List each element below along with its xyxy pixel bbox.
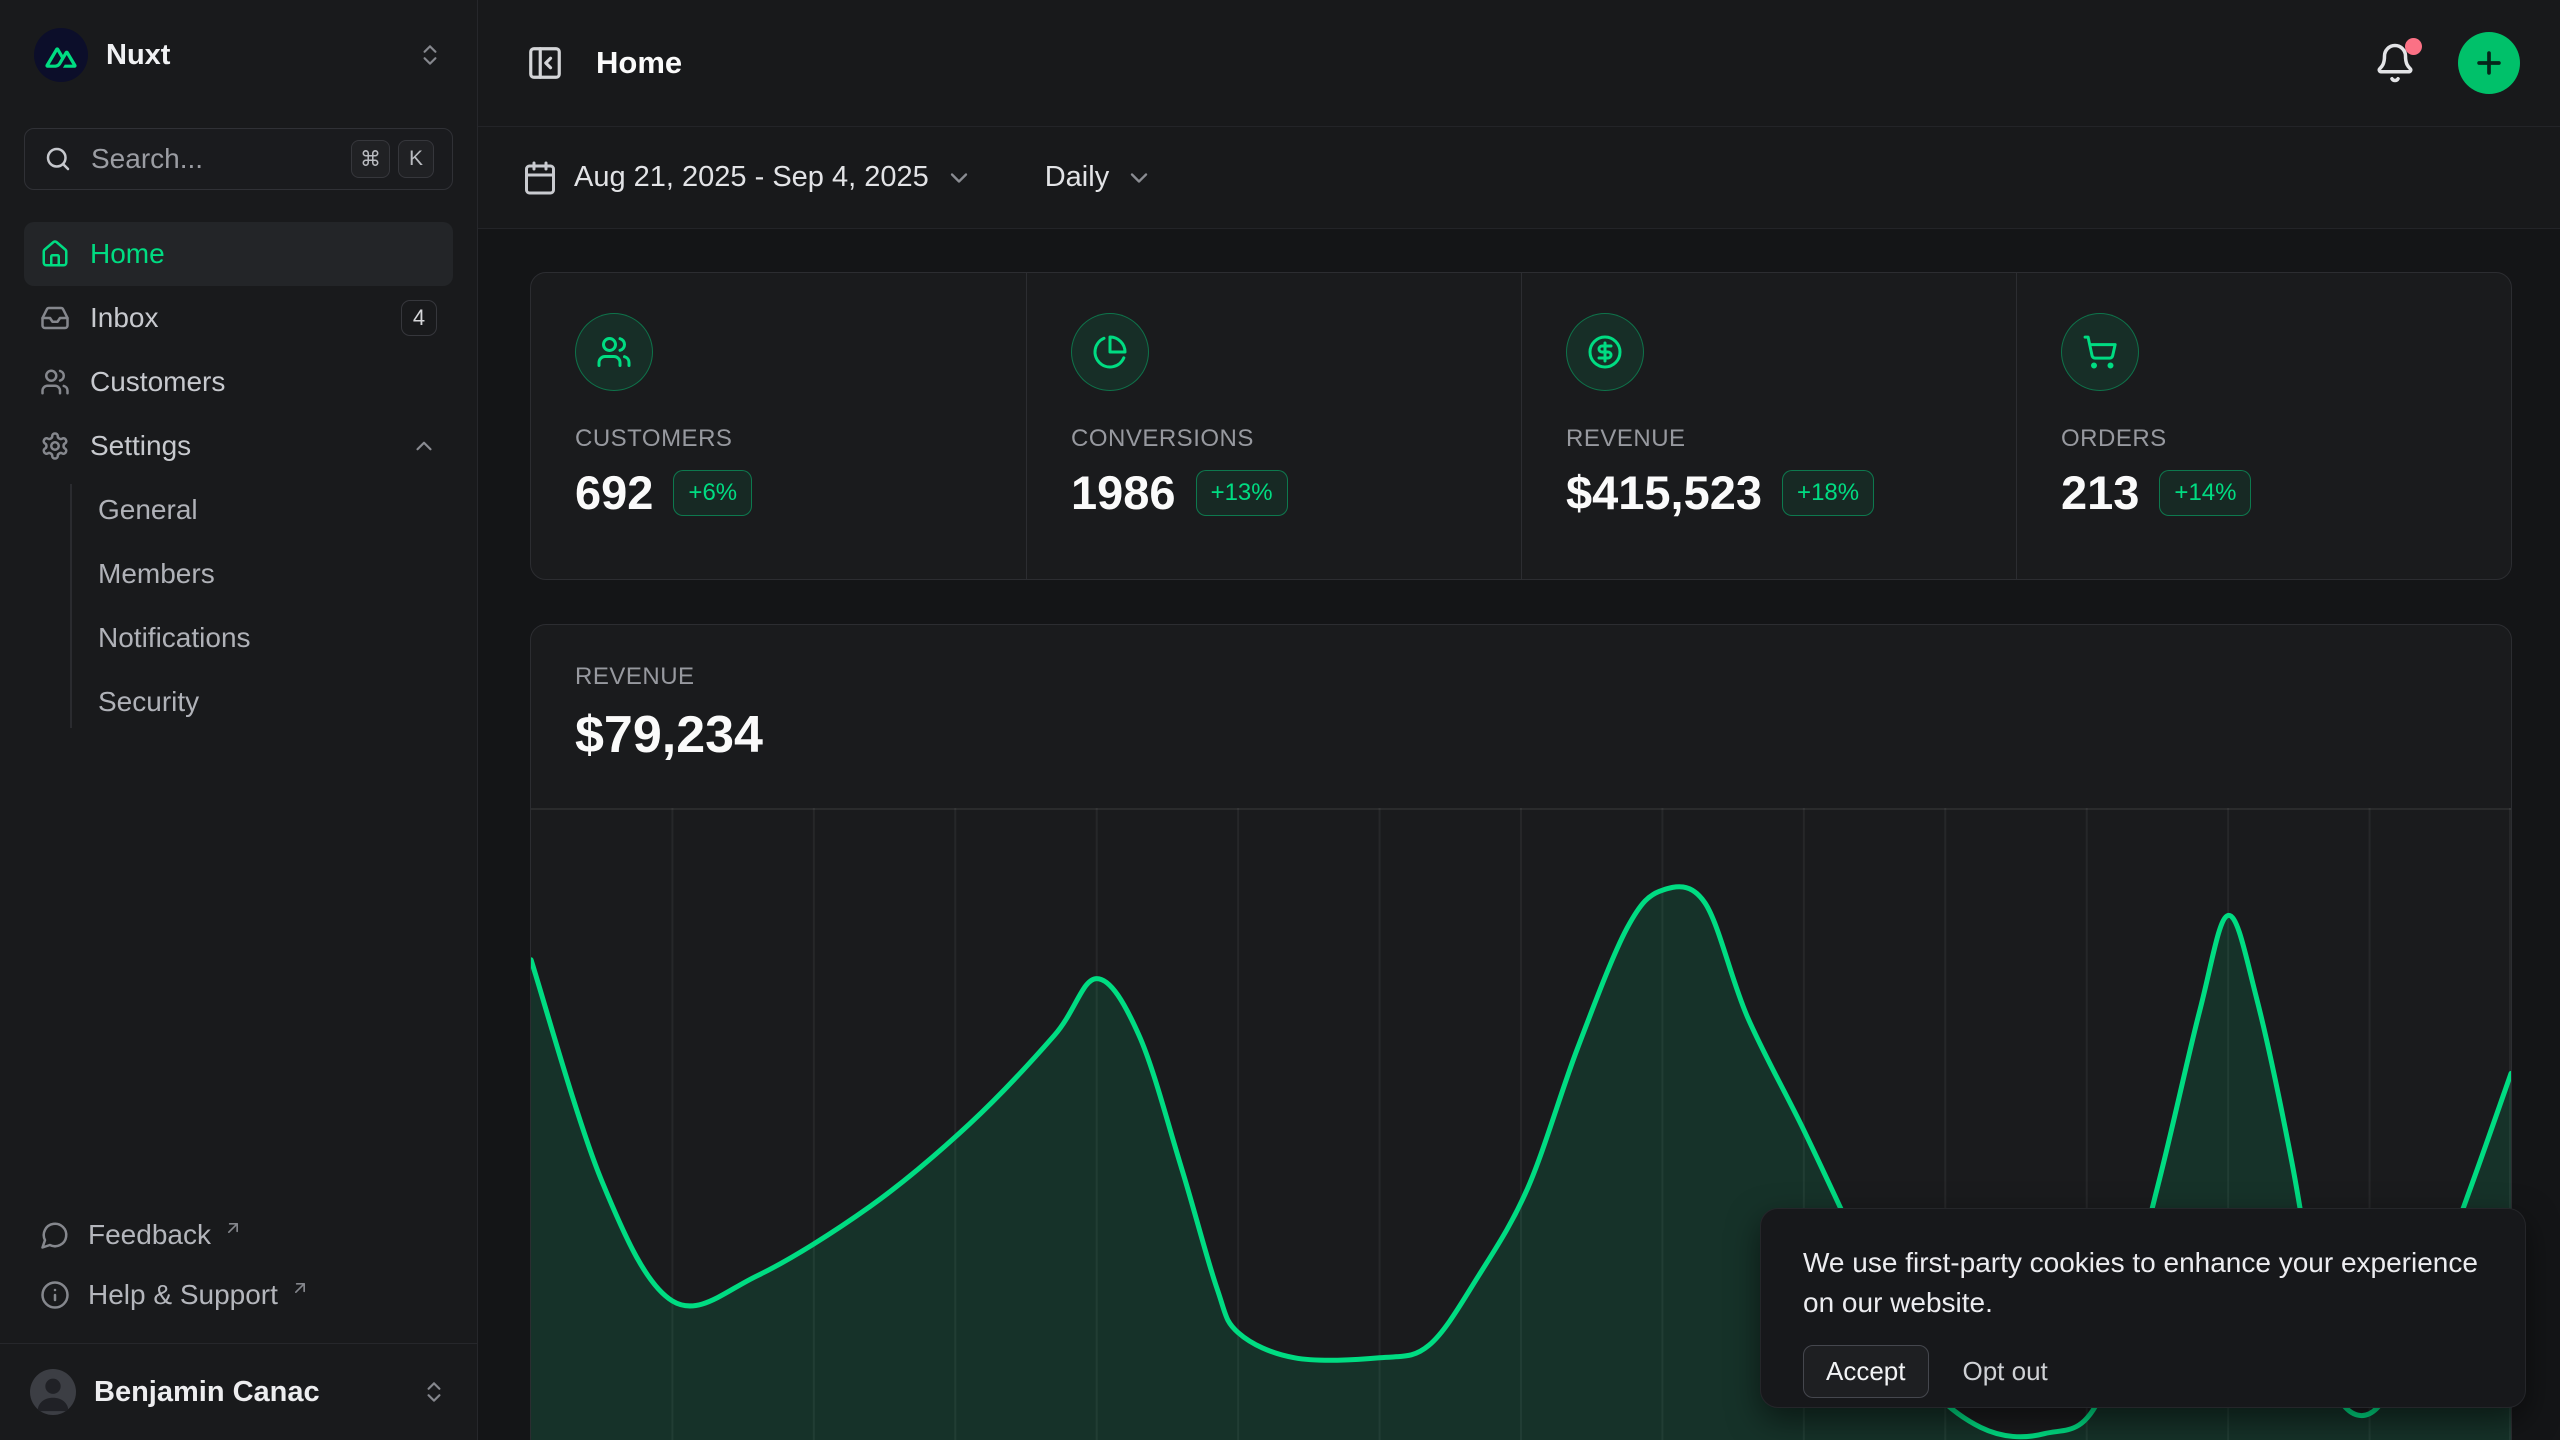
cmd-keycap: ⌘ bbox=[351, 140, 390, 178]
feedback-link[interactable]: Feedback bbox=[24, 1205, 453, 1265]
pie-chart-icon bbox=[1071, 313, 1149, 391]
search-icon bbox=[43, 144, 73, 174]
revenue-chart-label: REVENUE bbox=[575, 663, 2467, 691]
stat-label: ORDERS bbox=[2061, 425, 2467, 453]
stats-panel: CUSTOMERS 692 +6% CONVERSIONS 1986 +13% bbox=[530, 272, 2512, 580]
sidebar-nav: Home Inbox 4 Customers Settings bbox=[24, 222, 453, 1205]
stat-label: REVENUE bbox=[1566, 425, 1972, 453]
help-support-link[interactable]: Help & Support bbox=[24, 1265, 453, 1325]
info-circle-icon bbox=[40, 1280, 70, 1310]
user-name: Benjamin Canac bbox=[94, 1376, 403, 1409]
date-range-picker[interactable]: Aug 21, 2025 - Sep 4, 2025 bbox=[522, 160, 973, 196]
revenue-chart-header: REVENUE $79,234 bbox=[531, 625, 2511, 808]
k-keycap: K bbox=[398, 140, 434, 178]
sidebar-item-label: Settings bbox=[90, 430, 191, 462]
users-icon bbox=[40, 367, 70, 397]
sidebar-item-home[interactable]: Home bbox=[24, 222, 453, 286]
chat-bubble-icon bbox=[40, 1220, 70, 1250]
date-range-value: Aug 21, 2025 - Sep 4, 2025 bbox=[574, 161, 929, 194]
avatar bbox=[30, 1369, 76, 1415]
add-button[interactable] bbox=[2458, 32, 2520, 94]
calendar-icon bbox=[522, 160, 558, 196]
stat-value: 213 bbox=[2061, 465, 2139, 520]
stat-value: $415,523 bbox=[1566, 465, 1762, 520]
sidebar-item-notifications[interactable]: Notifications bbox=[98, 606, 453, 670]
stat-label: CONVERSIONS bbox=[1071, 425, 1477, 453]
stat-delta-badge: +14% bbox=[2159, 470, 2251, 516]
settings-subnav: General Members Notifications Security bbox=[24, 478, 453, 734]
stat-card-conversions: CONVERSIONS 1986 +13% bbox=[1026, 273, 1521, 579]
sidebar-item-members[interactable]: Members bbox=[98, 542, 453, 606]
granularity-value: Daily bbox=[1045, 161, 1109, 194]
search-input[interactable]: Search... ⌘ K bbox=[24, 128, 453, 190]
topbar: Home bbox=[478, 0, 2560, 127]
stat-value: 1986 bbox=[1071, 465, 1176, 520]
chevron-down-icon bbox=[945, 164, 973, 192]
granularity-select[interactable]: Daily bbox=[1045, 161, 1153, 194]
stat-delta-badge: +6% bbox=[673, 470, 752, 516]
sidebar-footer-links: Feedback Help & Support bbox=[24, 1205, 453, 1343]
filterbar: Aug 21, 2025 - Sep 4, 2025 Daily bbox=[478, 127, 2560, 229]
chevron-up-icon bbox=[411, 433, 437, 459]
stat-card-orders: ORDERS 213 +14% bbox=[2016, 273, 2511, 579]
stat-label: CUSTOMERS bbox=[575, 425, 982, 453]
inbox-icon bbox=[40, 303, 70, 333]
external-link-icon bbox=[223, 1218, 243, 1238]
sidebar-item-label: Inbox bbox=[90, 302, 159, 334]
chevrons-up-down-icon bbox=[421, 1379, 447, 1405]
sidebar-item-security[interactable]: Security bbox=[98, 670, 453, 734]
revenue-chart-value: $79,234 bbox=[575, 705, 2467, 765]
gear-icon bbox=[40, 431, 70, 461]
team-picker[interactable]: Nuxt bbox=[24, 22, 453, 88]
help-support-label: Help & Support bbox=[88, 1279, 278, 1311]
stat-delta-badge: +13% bbox=[1196, 470, 1288, 516]
chevrons-up-down-icon bbox=[417, 42, 443, 68]
sidebar-item-inbox[interactable]: Inbox 4 bbox=[24, 286, 453, 350]
stat-delta-badge: +18% bbox=[1782, 470, 1874, 516]
stat-card-customers: CUSTOMERS 692 +6% bbox=[531, 273, 1026, 579]
notification-dot bbox=[2405, 38, 2422, 55]
panel-left-icon bbox=[526, 44, 564, 82]
collapse-sidebar-button[interactable] bbox=[518, 36, 572, 90]
sidebar: Nuxt Search... ⌘ K Home Inbox 4 bbox=[0, 0, 478, 1440]
cookie-message: We use first-party cookies to enhance yo… bbox=[1803, 1243, 2483, 1323]
stat-value: 692 bbox=[575, 465, 653, 520]
home-icon bbox=[40, 239, 70, 269]
feedback-label: Feedback bbox=[88, 1219, 211, 1251]
chevron-down-icon bbox=[1125, 164, 1153, 192]
inbox-count-badge: 4 bbox=[401, 300, 437, 336]
notifications-button[interactable] bbox=[2366, 34, 2424, 92]
sidebar-item-settings[interactable]: Settings bbox=[24, 414, 453, 478]
cart-icon bbox=[2061, 313, 2139, 391]
user-menu[interactable]: Benjamin Canac bbox=[0, 1343, 477, 1440]
dollar-circle-icon bbox=[1566, 313, 1644, 391]
stat-card-revenue: REVENUE $415,523 +18% bbox=[1521, 273, 2016, 579]
team-name: Nuxt bbox=[106, 39, 399, 72]
sidebar-item-label: Home bbox=[90, 238, 165, 270]
search-placeholder: Search... bbox=[91, 143, 333, 175]
opt-out-button[interactable]: Opt out bbox=[1963, 1356, 2048, 1387]
external-link-icon bbox=[290, 1278, 310, 1298]
sidebar-item-general[interactable]: General bbox=[98, 478, 453, 542]
plus-icon bbox=[2472, 46, 2506, 80]
sidebar-item-customers[interactable]: Customers bbox=[24, 350, 453, 414]
accept-button[interactable]: Accept bbox=[1803, 1345, 1929, 1398]
nuxt-logo-icon bbox=[34, 28, 88, 82]
cookie-banner: We use first-party cookies to enhance yo… bbox=[1760, 1208, 2526, 1408]
page-title: Home bbox=[596, 45, 2342, 81]
users-icon bbox=[575, 313, 653, 391]
sidebar-item-label: Customers bbox=[90, 366, 225, 398]
search-shortcut: ⌘ K bbox=[351, 140, 434, 178]
